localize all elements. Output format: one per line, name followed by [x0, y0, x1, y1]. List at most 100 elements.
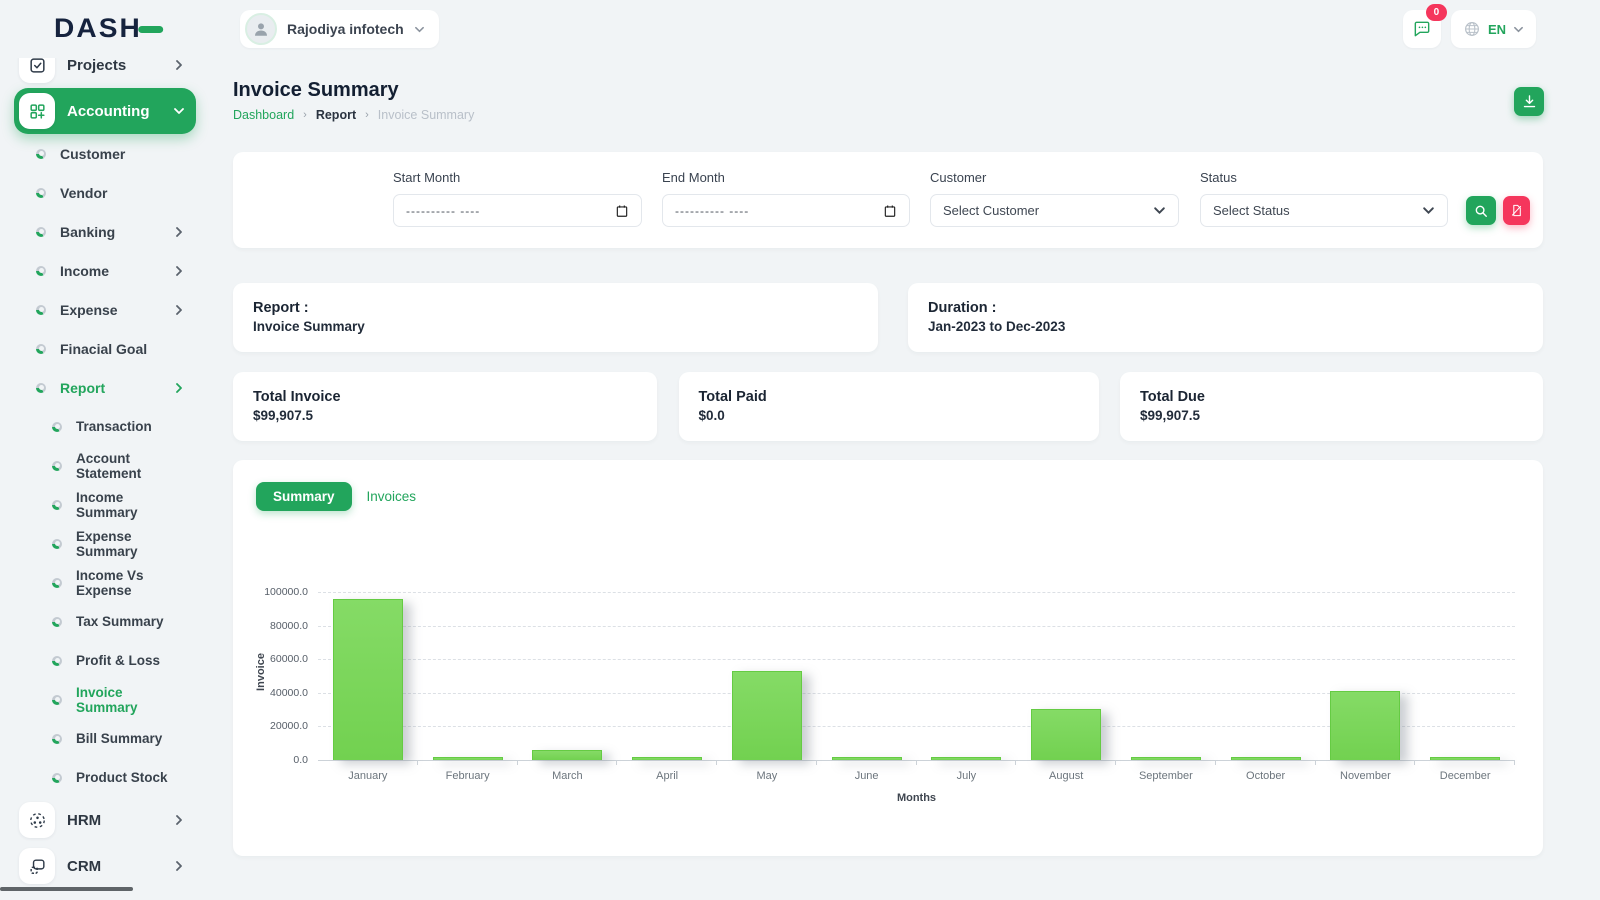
- customer-label: Customer: [930, 170, 1179, 185]
- bar-january[interactable]: [333, 599, 403, 760]
- bar-june[interactable]: [832, 757, 902, 760]
- start-month-input[interactable]: ---------- ----: [393, 194, 642, 227]
- language-selector[interactable]: EN: [1451, 10, 1536, 48]
- sidebar-item-hrm[interactable]: HRM: [14, 797, 196, 843]
- tab-invoices[interactable]: Invoices: [367, 489, 417, 504]
- sidebar-item-label: HRM: [67, 812, 162, 829]
- download-icon: [1522, 94, 1537, 109]
- bar-july[interactable]: [931, 757, 1001, 760]
- chart-category-october: October: [1216, 592, 1316, 760]
- filter-card: Start Month ---------- ---- End Month --…: [233, 152, 1543, 248]
- start-month-placeholder: ---------- ----: [406, 204, 480, 218]
- stats-row: Total Invoice$99,907.5 Total Paid$0.0 Tota…: [233, 372, 1543, 441]
- sidebar-item-label: Profit & Loss: [76, 653, 184, 668]
- sidebar-item-expense-summary[interactable]: Expense Summary: [0, 524, 210, 563]
- bar-september[interactable]: [1131, 757, 1201, 760]
- x-tick-label: April: [617, 770, 717, 782]
- calendar-icon: [883, 204, 897, 218]
- chevron-down-icon: [174, 106, 184, 116]
- reset-filter-button[interactable]: [1503, 196, 1530, 225]
- bar-october[interactable]: [1231, 757, 1301, 760]
- app-logo[interactable]: DASH: [54, 13, 142, 44]
- x-tick-label: November: [1316, 770, 1416, 782]
- sidebar-item-product-stock[interactable]: Product Stock: [0, 758, 210, 797]
- sidebar-item-label: Finacial Goal: [60, 341, 184, 357]
- chevron-down-icon: [1513, 24, 1524, 35]
- sidebar-item-label: Customer: [60, 146, 184, 162]
- sidebar-item-vendor[interactable]: Vendor: [0, 173, 210, 212]
- sidebar-item-label: Transaction: [76, 419, 184, 434]
- sidebar-item-profit-loss[interactable]: Profit & Loss: [0, 641, 210, 680]
- page-title: Invoice Summary: [233, 79, 399, 102]
- company-switcher[interactable]: Rajodiya infotech: [240, 10, 439, 48]
- chart-card: SummaryInvoices Invoice 100000.080000.06…: [233, 460, 1543, 856]
- end-month-label: End Month: [662, 170, 910, 185]
- apply-filter-button[interactable]: [1466, 196, 1496, 225]
- bar-december[interactable]: [1430, 757, 1500, 760]
- sidebar-item-invoice-summary[interactable]: Invoice Summary: [0, 680, 210, 719]
- chart-category-april: April: [617, 592, 717, 760]
- x-tick-label: December: [1415, 770, 1515, 782]
- chevron-down-icon: [1153, 204, 1166, 217]
- bar-march[interactable]: [532, 750, 602, 760]
- y-tick-label: 40000.0: [233, 687, 308, 699]
- end-month-placeholder: ---------- ----: [675, 204, 749, 218]
- chevron-right-icon: [174, 383, 184, 393]
- sidebar-item-income-summary[interactable]: Income Summary: [0, 485, 210, 524]
- sidebar-item-report[interactable]: Report: [0, 368, 210, 407]
- bar-may[interactable]: [732, 671, 802, 760]
- sidebar-item-income[interactable]: Income: [0, 251, 210, 290]
- bullet-icon: [52, 500, 62, 510]
- stat-label: Total Due: [1140, 389, 1523, 405]
- sidebar-item-bill-summary[interactable]: Bill Summary: [0, 719, 210, 758]
- chevron-right-icon: [174, 60, 184, 70]
- sidebar-horizontal-scrollbar[interactable]: [0, 887, 133, 891]
- bullet-icon: [36, 188, 46, 198]
- sidebar-item-label: Invoice Summary: [76, 685, 184, 715]
- bar-april[interactable]: [632, 757, 702, 760]
- sidebar-item-label: Account Statement: [76, 451, 184, 481]
- sidebar-item-income-vs-expense[interactable]: Income Vs Expense: [0, 563, 210, 602]
- messages-badge: 0: [1426, 4, 1447, 21]
- sidebar-item-crm[interactable]: CRM: [14, 843, 196, 889]
- sidebar-item-label: Bill Summary: [76, 731, 184, 746]
- person-icon: [252, 20, 270, 38]
- download-button[interactable]: [1514, 87, 1544, 116]
- sidebar-item-accounting[interactable]: Accounting: [14, 88, 196, 134]
- breadcrumb-item-report[interactable]: Report: [316, 108, 356, 122]
- end-month-input[interactable]: ---------- ----: [662, 194, 910, 227]
- sidebar-item-label: Accounting: [67, 103, 162, 120]
- stat-card-total-invoice: Total Invoice$99,907.5: [233, 372, 657, 441]
- y-tick-label: 60000.0: [233, 653, 308, 665]
- bullet-icon: [52, 695, 62, 705]
- stat-label: Total Invoice: [253, 389, 637, 405]
- status-select[interactable]: Select Status: [1200, 194, 1448, 227]
- sidebar-item-label: Income Summary: [76, 490, 184, 520]
- messages-button[interactable]: 0: [1403, 10, 1441, 48]
- x-tick-label: June: [817, 770, 917, 782]
- sidebar-item-transaction[interactable]: Transaction: [0, 407, 210, 446]
- status-select-value: Select Status: [1213, 203, 1290, 218]
- bullet-icon: [52, 656, 62, 666]
- grid-plus-icon: [19, 93, 55, 129]
- sidebar-item-label: Vendor: [60, 185, 184, 201]
- sidebar-item-expense[interactable]: Expense: [0, 290, 210, 329]
- hrm-hub-icon: [19, 802, 55, 838]
- sidebar-item-banking[interactable]: Banking: [0, 212, 210, 251]
- breadcrumb-item-dashboard[interactable]: Dashboard: [233, 108, 294, 122]
- bar-february[interactable]: [433, 757, 503, 760]
- breadcrumb-separator: ›: [365, 109, 369, 121]
- x-tick-label: October: [1216, 770, 1316, 782]
- bar-august[interactable]: [1031, 709, 1101, 760]
- sidebar-item-customer[interactable]: Customer: [0, 134, 210, 173]
- sidebar-item-label: Banking: [60, 224, 160, 240]
- bullet-icon: [36, 149, 46, 159]
- stat-card-total-paid: Total Paid$0.0: [679, 372, 1099, 441]
- sidebar-item-finacial-goal[interactable]: Finacial Goal: [0, 329, 210, 368]
- tab-summary[interactable]: Summary: [256, 482, 352, 511]
- customer-select-value: Select Customer: [943, 203, 1039, 218]
- customer-select[interactable]: Select Customer: [930, 194, 1179, 227]
- bar-november[interactable]: [1330, 691, 1400, 760]
- sidebar-item-account-statement[interactable]: Account Statement: [0, 446, 210, 485]
- sidebar-item-tax-summary[interactable]: Tax Summary: [0, 602, 210, 641]
